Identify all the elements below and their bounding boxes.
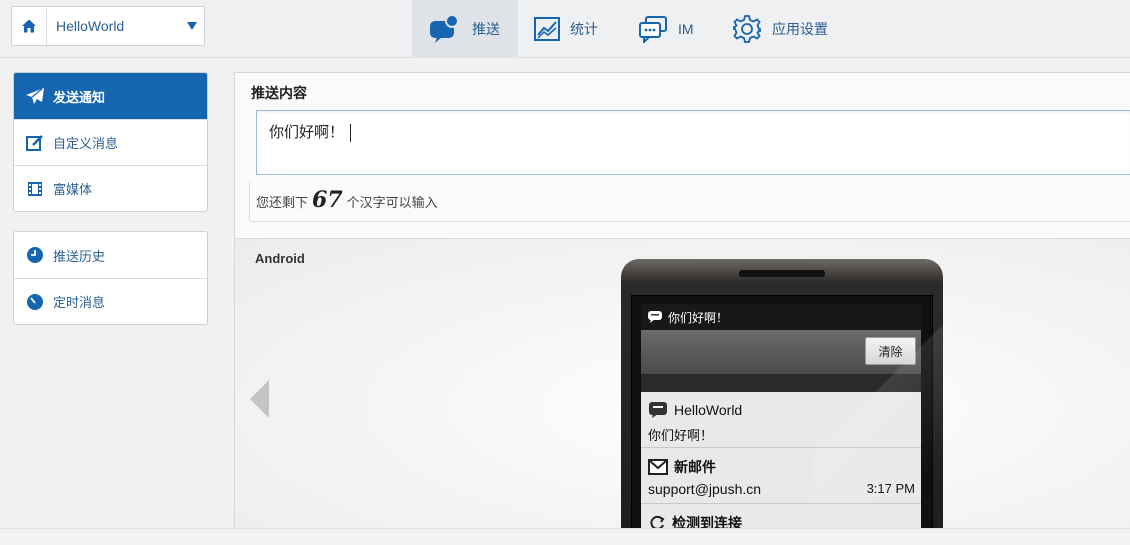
push-content-text: 你们好啊！	[269, 123, 345, 141]
notification-body: support@jpush.cn	[648, 481, 762, 497]
tab-im-label: IM	[678, 21, 694, 37]
previous-arrow-icon[interactable]	[249, 379, 271, 423]
notification-header: 清除	[641, 330, 921, 374]
edit-icon	[25, 133, 45, 153]
text-cursor	[350, 123, 352, 142]
timer-icon	[25, 292, 45, 312]
android-phone-mockup: 你们好啊！ 清除 HelloWorld 你们好啊！ 新邮件 support@jp…	[621, 259, 952, 545]
notification-time: 3:17 PM	[866, 481, 915, 496]
push-content-panel: 推送内容 你们好啊！ 您还剩下 67 个汉字可以输入	[235, 73, 1130, 239]
sidebar-item-label: 定时消息	[53, 296, 106, 311]
push-content-title: 推送内容	[251, 86, 307, 102]
app-name: HelloWorld	[56, 18, 125, 34]
clear-button[interactable]: 清除	[865, 337, 916, 365]
phone-screen: 你们好啊！ 清除 HelloWorld 你们好啊！ 新邮件 support@jp…	[631, 295, 952, 545]
chevron-down-icon[interactable]	[180, 21, 204, 31]
notification-item[interactable]: HelloWorld 你们好啊！	[641, 392, 921, 448]
platform-label: Android	[255, 251, 305, 266]
push-bubble-icon	[428, 14, 462, 44]
film-icon	[25, 179, 45, 199]
sidebar-item-rich-media[interactable]: 富媒体	[14, 165, 207, 211]
tab-im[interactable]: IM	[620, 0, 716, 58]
main-nav: 推送 统计 IM 应用设置	[412, 0, 856, 58]
chat-bubble-icon	[647, 310, 663, 324]
sidebar-item-push-history[interactable]: 推送历史	[14, 232, 207, 278]
sidebar-item-scheduled-message[interactable]: 定时消息	[14, 278, 207, 324]
chart-icon	[534, 17, 560, 41]
remaining-prefix: 您还剩下	[256, 196, 309, 211]
clock-icon	[25, 245, 45, 265]
notification-item[interactable]: 新邮件 support@jpush.cn 3:17 PM	[641, 448, 921, 504]
chat-bubble-icon	[648, 401, 668, 419]
tab-stats[interactable]: 统计	[518, 0, 620, 58]
tab-push-label: 推送	[472, 22, 500, 38]
sidebar-item-label: 发送通知	[53, 90, 106, 106]
app-selector[interactable]: HelloWorld	[11, 6, 205, 46]
notification-title: HelloWorld	[648, 401, 742, 419]
notification-divider	[641, 374, 921, 392]
push-content-input[interactable]: 你们好啊！	[256, 110, 1130, 175]
remaining-suffix: 个汉字可以输入	[346, 196, 438, 211]
sidebar-item-send-notification[interactable]: 发送通知	[14, 73, 207, 119]
paper-plane-icon	[25, 86, 45, 106]
tab-stats-label: 统计	[570, 22, 598, 38]
sidebar-item-label: 自定义消息	[53, 137, 119, 152]
tab-app-settings-label: 应用设置	[772, 22, 828, 38]
main-panel: 推送内容 你们好啊！ 您还剩下 67 个汉字可以输入 Android 你们好啊！	[234, 72, 1130, 545]
status-bar: 你们好啊！	[641, 304, 921, 330]
remaining-counter: 您还剩下 67 个汉字可以输入	[256, 187, 438, 213]
sidebar-group-messages: 发送通知 自定义消息 富媒体	[13, 72, 208, 212]
sidebar-item-label: 推送历史	[53, 249, 106, 265]
home-icon[interactable]	[12, 7, 47, 45]
bottom-strip	[0, 528, 1130, 545]
notification-title-text: 新邮件	[674, 459, 716, 475]
gear-icon	[732, 14, 762, 44]
notification-title: 新邮件	[648, 457, 716, 477]
top-bar: HelloWorld 推送 统计 IM 应用设置	[0, 0, 1130, 58]
notification-body: 你们好啊！	[648, 429, 714, 444]
sidebar-item-custom-message[interactable]: 自定义消息	[14, 119, 207, 165]
sidebar-item-label: 富媒体	[53, 183, 93, 198]
remaining-count: 67	[312, 187, 343, 213]
gmail-icon	[648, 459, 668, 475]
im-chat-icon	[638, 15, 668, 43]
tab-push[interactable]: 推送	[412, 0, 518, 58]
sidebar-group-history: 推送历史 定时消息	[13, 231, 208, 325]
notification-title-text: HelloWorld	[674, 402, 743, 418]
tab-app-settings[interactable]: 应用设置	[716, 0, 856, 58]
status-bar-text: 你们好啊！	[668, 310, 729, 325]
device-preview: Android 你们好啊！ 清除 HelloWorld 你们好啊！ 新邮件 su…	[235, 239, 1130, 545]
phone-speaker	[739, 270, 825, 277]
